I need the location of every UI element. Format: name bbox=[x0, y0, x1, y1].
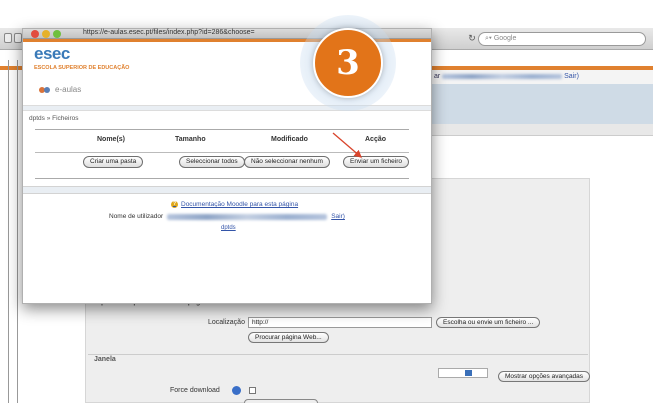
step-badge: 3 bbox=[300, 15, 396, 111]
step-number: 3 bbox=[313, 28, 383, 98]
